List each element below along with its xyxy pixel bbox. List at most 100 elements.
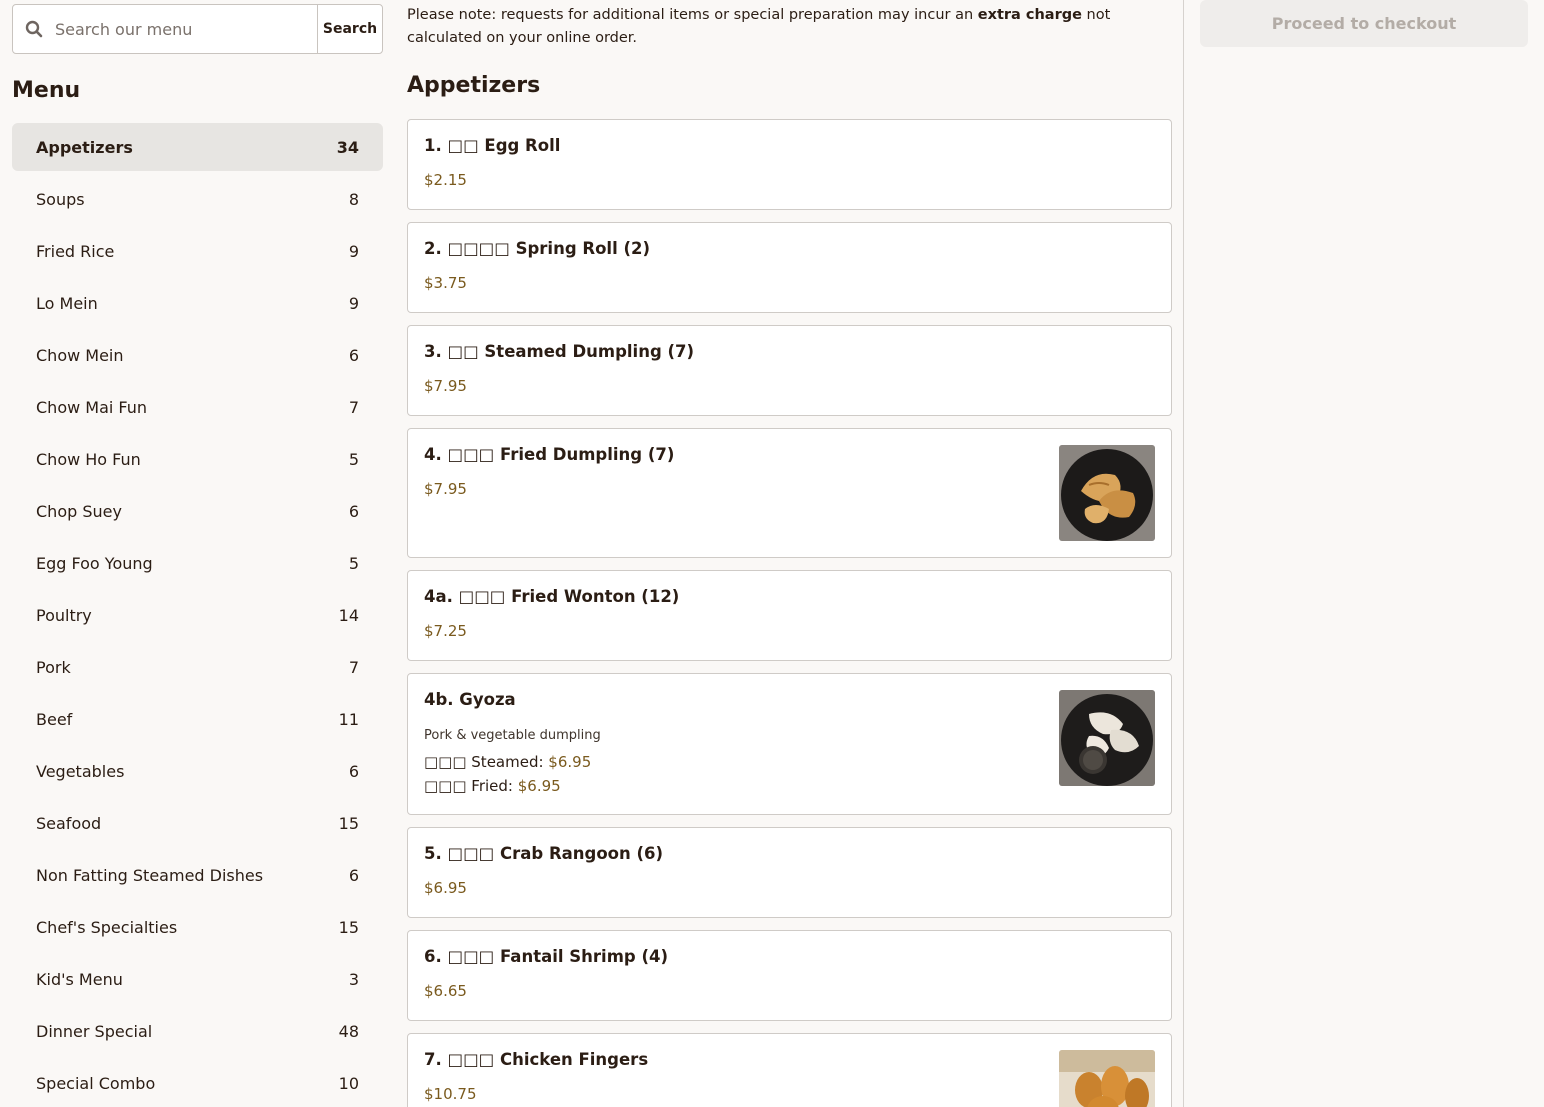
item-name: 4b. Gyoza: [424, 690, 516, 709]
menu-item-card[interactable]: 4a. □□□ Fried Wonton (12) $7.25: [407, 570, 1172, 661]
option-price: $6.95: [517, 777, 561, 795]
item-price: $3.75: [424, 274, 467, 292]
category-label: Fried Rice: [36, 241, 115, 261]
category-item-fried-rice[interactable]: Fried Rice 9: [12, 227, 383, 275]
item-price: $7.95: [424, 377, 467, 395]
category-count: 7: [348, 397, 359, 417]
item-name: 5. □□□ Crab Rangoon (6): [424, 844, 664, 863]
item-name: 4. □□□ Fried Dumpling (7): [424, 445, 675, 464]
menu-item-card[interactable]: 5. □□□ Crab Rangoon (6) $6.95: [407, 827, 1172, 918]
menu-item-card[interactable]: 4b. Gyoza Pork & vegetable dumpling □□□ …: [407, 673, 1172, 815]
category-count: 48: [338, 1021, 359, 1041]
category-count: 5: [348, 553, 359, 573]
menu-item-card[interactable]: 1. □□ Egg Roll $2.15: [407, 119, 1172, 210]
category-label: Vegetables: [36, 761, 125, 781]
category-count: 8: [348, 189, 359, 209]
category-item-chop-suey[interactable]: Chop Suey 6: [12, 487, 383, 535]
proceed-to-checkout-button[interactable]: Proceed to checkout: [1200, 0, 1528, 47]
option-label: □□□ Fried:: [424, 777, 518, 795]
category-label: Chow Mein: [36, 345, 124, 365]
category-item-special-combo[interactable]: Special Combo 10: [12, 1059, 383, 1107]
item-name: 1. □□ Egg Roll: [424, 136, 561, 155]
category-count: 15: [338, 917, 359, 937]
category-label: Pork: [36, 657, 71, 677]
category-count: 5: [348, 449, 359, 469]
option-label: □□□ Steamed:: [424, 753, 549, 771]
category-item-chow-mai-fun[interactable]: Chow Mai Fun 7: [12, 383, 383, 431]
category-item-pork[interactable]: Pork 7: [12, 643, 383, 691]
category-label: Chow Ho Fun: [36, 449, 141, 469]
category-item-chow-ho-fun[interactable]: Chow Ho Fun 5: [12, 435, 383, 483]
category-item-vegetables[interactable]: Vegetables 6: [12, 747, 383, 795]
category-label: Poultry: [36, 605, 92, 625]
category-label: Special Combo: [36, 1073, 156, 1093]
category-item-chow-mein[interactable]: Chow Mein 6: [12, 331, 383, 379]
category-item-appetizers[interactable]: Appetizers 34: [12, 123, 383, 171]
category-list: Appetizers 34 Soups 8 Fried Rice 9 Lo Me…: [12, 123, 383, 1107]
category-item-non-fatting-steamed-dishes[interactable]: Non Fatting Steamed Dishes 6: [12, 851, 383, 899]
item-name: 4a. □□□ Fried Wonton (12): [424, 587, 680, 606]
category-count: 15: [338, 813, 359, 833]
category-label: Chop Suey: [36, 501, 122, 521]
category-count: 6: [348, 865, 359, 885]
category-count: 11: [338, 709, 359, 729]
item-name: 7. □□□ Chicken Fingers: [424, 1050, 649, 1069]
item-option: □□□ Fried: $6.95: [424, 777, 561, 795]
category-count: 14: [338, 605, 359, 625]
category-count: 6: [348, 501, 359, 521]
fried-dumpling-photo: [1059, 445, 1155, 541]
menu-content: Please note: requests for additional ite…: [407, 0, 1172, 1107]
menu-item-card[interactable]: 4. □□□ Fried Dumpling (7) $7.95: [407, 428, 1172, 558]
menu-item-card[interactable]: 6. □□□ Fantail Shrimp (4) $6.65: [407, 930, 1172, 1021]
category-item-lo-mein[interactable]: Lo Mein 9: [12, 279, 383, 327]
category-item-kids-menu[interactable]: Kid's Menu 3: [12, 955, 383, 1003]
category-label: Chef's Specialties: [36, 917, 178, 937]
category-count: 9: [348, 293, 359, 313]
category-count: 6: [348, 345, 359, 365]
item-price: $6.95: [424, 879, 467, 897]
menu-item-card[interactable]: 2. □□□□ Spring Roll (2) $3.75: [407, 222, 1172, 313]
item-name: 2. □□□□ Spring Roll (2): [424, 239, 651, 258]
menu-item-card[interactable]: 3. □□ Steamed Dumpling (7) $7.95: [407, 325, 1172, 416]
category-item-dinner-special[interactable]: Dinner Special 48: [12, 1007, 383, 1055]
category-label: Kid's Menu: [36, 969, 123, 989]
category-item-seafood[interactable]: Seafood 15: [12, 799, 383, 847]
notice-emphasis: extra charge: [977, 7, 1082, 23]
notice-text: Please note: requests for additional ite…: [407, 7, 978, 23]
item-price: $10.75: [424, 1085, 477, 1103]
category-count: 3: [348, 969, 359, 989]
category-item-beef[interactable]: Beef 11: [12, 695, 383, 743]
category-count: 6: [348, 761, 359, 781]
category-item-soups[interactable]: Soups 8: [12, 175, 383, 223]
category-label: Egg Foo Young: [36, 553, 153, 573]
menu-item-card[interactable]: 7. □□□ Chicken Fingers $10.75: [407, 1033, 1172, 1107]
item-price: $2.15: [424, 171, 467, 189]
category-item-egg-foo-young[interactable]: Egg Foo Young 5: [12, 539, 383, 587]
category-label: Non Fatting Steamed Dishes: [36, 865, 264, 885]
column-divider: [1183, 0, 1184, 1107]
chicken-fingers-photo: [1059, 1050, 1155, 1107]
search-bar: Search: [12, 4, 383, 54]
category-label: Dinner Special: [36, 1021, 153, 1041]
category-count: 7: [348, 657, 359, 677]
category-count: 34: [336, 137, 359, 157]
search-button[interactable]: Search: [317, 5, 382, 53]
item-name: 6. □□□ Fantail Shrimp (4): [424, 947, 669, 966]
order-notice: Please note: requests for additional ite…: [407, 4, 1172, 50]
gyoza-photo: [1059, 690, 1155, 786]
category-label: Beef: [36, 709, 73, 729]
search-icon: [13, 5, 55, 53]
category-label: Chow Mai Fun: [36, 397, 148, 417]
category-count: 9: [348, 241, 359, 261]
option-price: $6.95: [548, 753, 592, 771]
category-item-chefs-specialties[interactable]: Chef's Specialties 15: [12, 903, 383, 951]
item-description: Pork & vegetable dumpling: [424, 728, 601, 743]
category-count: 10: [338, 1073, 359, 1093]
item-price: $7.95: [424, 480, 467, 498]
search-input[interactable]: [55, 5, 317, 53]
category-label: Seafood: [36, 813, 102, 833]
item-option: □□□ Steamed: $6.95: [424, 753, 591, 771]
category-label: Soups: [36, 189, 85, 209]
category-label: Lo Mein: [36, 293, 98, 313]
category-item-poultry[interactable]: Poultry 14: [12, 591, 383, 639]
